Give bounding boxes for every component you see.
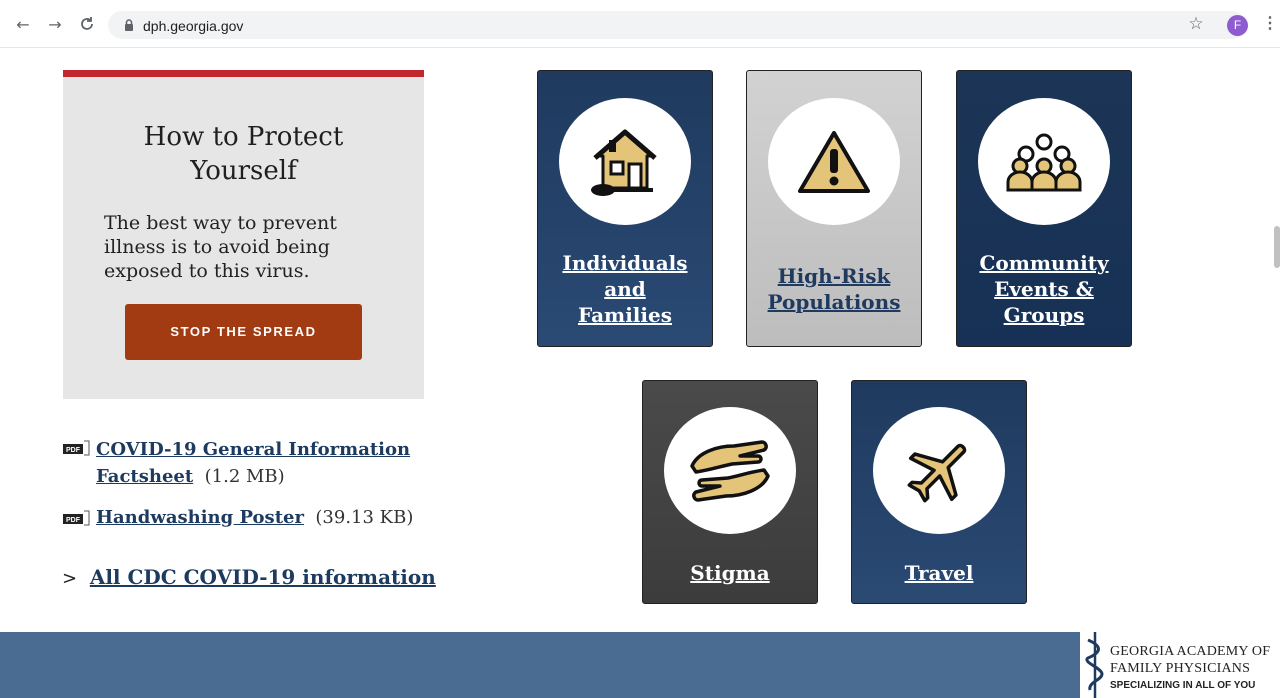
factsheet-link-line2[interactable]: Factsheet — [96, 466, 193, 487]
tile-label-line1: Stigma — [690, 561, 770, 585]
logo-tagline: SPECIALIZING IN ALL OF YOU — [1110, 680, 1256, 691]
tile-label-line2: Populations — [767, 290, 901, 314]
tile-label[interactable]: Community Events & Groups — [957, 250, 1131, 328]
tile-individuals-families[interactable]: Individuals and Families — [537, 70, 713, 347]
tile-label-line3: Families — [577, 303, 672, 327]
tile-high-risk-populations[interactable]: High-Risk Populations — [746, 70, 922, 347]
tile-icon-circle — [664, 407, 796, 534]
tile-label[interactable]: High-Risk Populations — [747, 263, 921, 315]
airplane-icon — [907, 443, 967, 502]
caduceus-icon — [1085, 632, 1104, 698]
profile-avatar[interactable]: F — [1227, 15, 1248, 36]
factsheet-link-line1[interactable]: COVID-19 General Information — [96, 439, 410, 460]
forward-icon[interactable]: → — [44, 13, 66, 35]
pdf-icon: PDF — [63, 440, 90, 456]
scrollbar-thumb[interactable] — [1274, 226, 1280, 268]
tile-label[interactable]: Travel — [852, 560, 1026, 586]
reload-glyph — [81, 17, 93, 30]
browser-toolbar: ← → dph.georgia.gov ☆ F ⋮ — [0, 0, 1280, 48]
reload-icon[interactable] — [76, 13, 98, 35]
pdf-icon: PDF — [63, 510, 90, 526]
tile-label-line1: Community — [979, 251, 1109, 275]
logo-line2: FAMILY PHYSICIANS — [1110, 661, 1251, 676]
tile-label-line1: Travel — [904, 561, 974, 585]
logo-line1: GEORGIA ACADEMY OF — [1110, 644, 1271, 659]
protect-title-line2: Yourself — [190, 156, 297, 186]
cdc-link-row[interactable]: > All CDC COVID-19 information — [62, 565, 436, 589]
caring-hands-icon — [690, 439, 770, 502]
factsheet-size: (1.2 MB) — [204, 466, 285, 487]
tile-label-line2: Events & — [994, 277, 1094, 301]
cdc-link[interactable]: All CDC COVID-19 information — [90, 565, 436, 589]
bookmark-star-icon[interactable]: ☆ — [1186, 14, 1206, 34]
tile-label-line2: and — [604, 277, 646, 301]
svg-text:PDF: PDF — [66, 447, 81, 454]
tile-stigma[interactable]: Stigma — [642, 380, 818, 604]
house-icon — [591, 129, 657, 196]
handwashing-link[interactable]: Handwashing Poster — [96, 507, 304, 528]
protect-yourself-card: How to Protect Yourself The best way to … — [63, 70, 424, 399]
group-icon — [1006, 133, 1082, 191]
factsheet-resource: COVID-19 General Information Factsheet (… — [96, 436, 410, 490]
tile-label-line1: Individuals — [562, 251, 688, 275]
protect-description: The best way to prevent illness is to av… — [104, 212, 337, 282]
handwashing-resource: Handwashing Poster (39.13 KB) — [96, 507, 413, 528]
tile-label-line3: Groups — [1003, 303, 1085, 327]
tile-label[interactable]: Stigma — [643, 560, 817, 586]
tile-travel[interactable]: Travel — [851, 380, 1027, 604]
protect-title-line1: How to Protect — [143, 122, 344, 152]
tile-community-events-groups[interactable]: Community Events & Groups — [956, 70, 1132, 347]
handwashing-size: (39.13 KB) — [315, 507, 414, 528]
url-text[interactable]: dph.georgia.gov — [143, 18, 243, 34]
tile-label-line1: High-Risk — [777, 264, 891, 288]
stop-the-spread-button[interactable]: STOP THE SPREAD — [125, 304, 362, 360]
address-bar[interactable] — [108, 11, 1246, 39]
tile-label[interactable]: Individuals and Families — [538, 250, 712, 328]
tile-icon-circle — [978, 98, 1110, 225]
tile-icon-circle — [559, 98, 691, 225]
protect-title: How to Protect Yourself — [63, 120, 424, 188]
tile-icon-circle — [768, 98, 900, 225]
gafp-logo: GEORGIA ACADEMY OF FAMILY PHYSICIANS SPE… — [1080, 632, 1280, 698]
warning-icon — [798, 130, 870, 193]
chevron-right-icon: > — [62, 568, 78, 589]
lock-icon — [125, 19, 133, 31]
back-icon[interactable]: ← — [12, 13, 34, 35]
footer-banner — [0, 632, 1080, 698]
browser-menu-icon[interactable]: ⋮ — [1262, 14, 1278, 34]
tile-icon-circle — [873, 407, 1005, 534]
svg-text:PDF: PDF — [66, 517, 81, 524]
